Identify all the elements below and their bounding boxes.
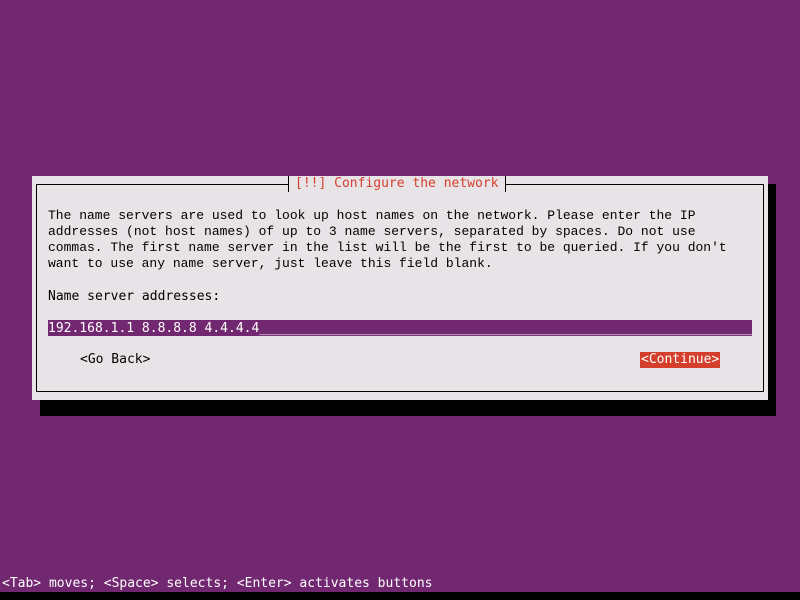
dialog-title: [!!] Configure the network xyxy=(288,176,506,192)
name-server-input[interactable] xyxy=(48,320,752,336)
name-server-label: Name server addresses: xyxy=(48,289,221,304)
configure-network-dialog: [!!] Configure the network The name serv… xyxy=(32,176,768,400)
bottom-bar xyxy=(0,592,800,600)
dialog-message: The name servers are used to look up hos… xyxy=(48,208,727,271)
continue-button[interactable]: <Continue> xyxy=(640,352,721,368)
status-bar-help: <Tab> moves; <Space> selects; <Enter> ac… xyxy=(2,576,433,591)
go-back-button[interactable]: <Go Back> xyxy=(80,352,150,368)
